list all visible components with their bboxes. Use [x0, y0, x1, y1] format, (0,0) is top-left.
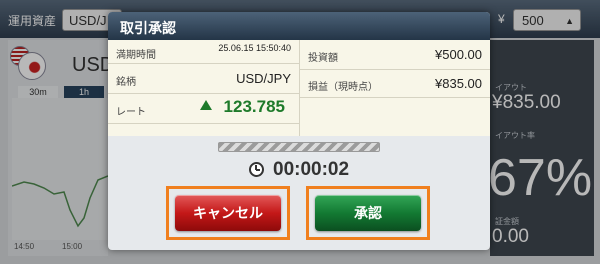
rate-label: レート — [116, 107, 146, 118]
symbol-label: 銘柄 — [116, 77, 136, 88]
symbol-value: USD/JPY — [236, 71, 291, 86]
rate-row: レート 123.785 — [108, 94, 299, 124]
cancel-button-highlight: キャンセル — [166, 186, 290, 240]
approve-button[interactable]: 承認 — [315, 195, 421, 231]
cancel-button[interactable]: キャンセル — [175, 195, 281, 231]
rate-value: 123.785 — [223, 97, 285, 116]
expiry-row: 満期時間 25.06.15 15:50:40 — [108, 40, 299, 64]
approve-button-highlight: 承認 — [306, 186, 430, 240]
expiry-value: 25.06.15 15:50:40 — [218, 43, 291, 53]
pnl-row: 損益（現時点） ¥835.00 — [300, 70, 490, 98]
pnl-label: 損益（現時点） — [308, 82, 378, 93]
pnl-value: ¥835.00 — [435, 76, 482, 91]
dialog-title: 取引承認 — [120, 20, 176, 36]
investment-value: ¥500.00 — [435, 47, 482, 62]
expiry-label: 満期時間 — [116, 50, 156, 61]
countdown-timer: 00:00:02 — [273, 159, 350, 180]
investment-label: 投資額 — [308, 53, 338, 64]
trade-approval-dialog: 取引承認 満期時間 25.06.15 15:50:40 銘柄 USD/JPY レ… — [108, 12, 490, 250]
investment-row: 投資額 ¥500.00 — [300, 40, 490, 70]
dialog-header: 取引承認 — [108, 12, 490, 40]
up-arrow-icon — [200, 100, 212, 110]
clock-icon — [249, 162, 264, 177]
trade-info-table: 満期時間 25.06.15 15:50:40 銘柄 USD/JPY レート 12… — [108, 40, 490, 136]
countdown-progress-bar — [218, 142, 380, 152]
column-divider — [299, 40, 300, 136]
symbol-row: 銘柄 USD/JPY — [108, 64, 299, 94]
